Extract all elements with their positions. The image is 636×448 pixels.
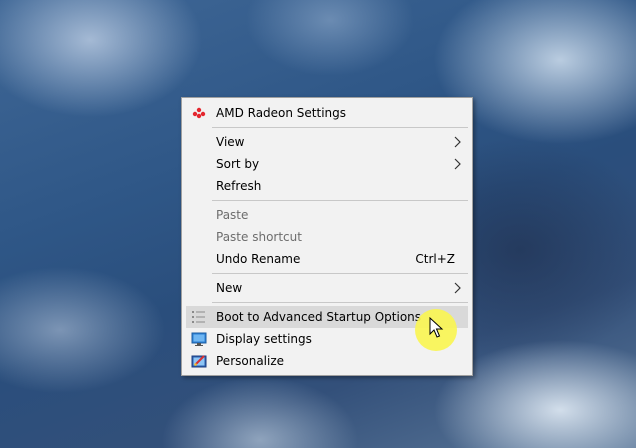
menu-item-undo-rename[interactable]: Undo Rename Ctrl+Z [186,248,468,270]
menu-separator [212,273,468,274]
list-icon [192,311,205,323]
menu-item-label: Refresh [216,179,262,193]
personalize-icon [191,355,207,368]
chevron-right-icon [454,158,461,170]
menu-item-view[interactable]: View [186,131,468,153]
menu-item-label: New [216,281,243,295]
menu-separator [212,127,468,128]
menu-item-label: View [216,135,245,149]
menu-item-personalize[interactable]: Personalize [186,350,468,372]
menu-item-label: Boot to Advanced Startup Options [216,310,422,324]
keyboard-shortcut: Ctrl+Z [415,252,455,266]
menu-item-refresh[interactable]: Refresh [186,175,468,197]
menu-item-paste-shortcut: Paste shortcut [186,226,468,248]
chevron-right-icon [454,136,461,148]
menu-item-new[interactable]: New [186,277,468,299]
menu-item-paste: Paste [186,204,468,226]
menu-item-label: Paste shortcut [216,230,302,244]
menu-item-label: Undo Rename [216,252,301,266]
menu-item-sort-by[interactable]: Sort by [186,153,468,175]
menu-item-amd-radeon-settings[interactable]: AMD Radeon Settings [186,102,468,124]
amd-radeon-icon [192,107,206,119]
menu-item-label: Paste [216,208,249,222]
menu-item-label: Personalize [216,354,285,368]
display-icon [191,332,207,346]
mouse-cursor-icon [429,317,444,338]
menu-item-label: Sort by [216,157,260,171]
chevron-right-icon [454,282,461,294]
menu-separator [212,200,468,201]
menu-separator [212,302,468,303]
menu-item-label: Display settings [216,332,312,346]
menu-item-label: AMD Radeon Settings [216,106,347,120]
